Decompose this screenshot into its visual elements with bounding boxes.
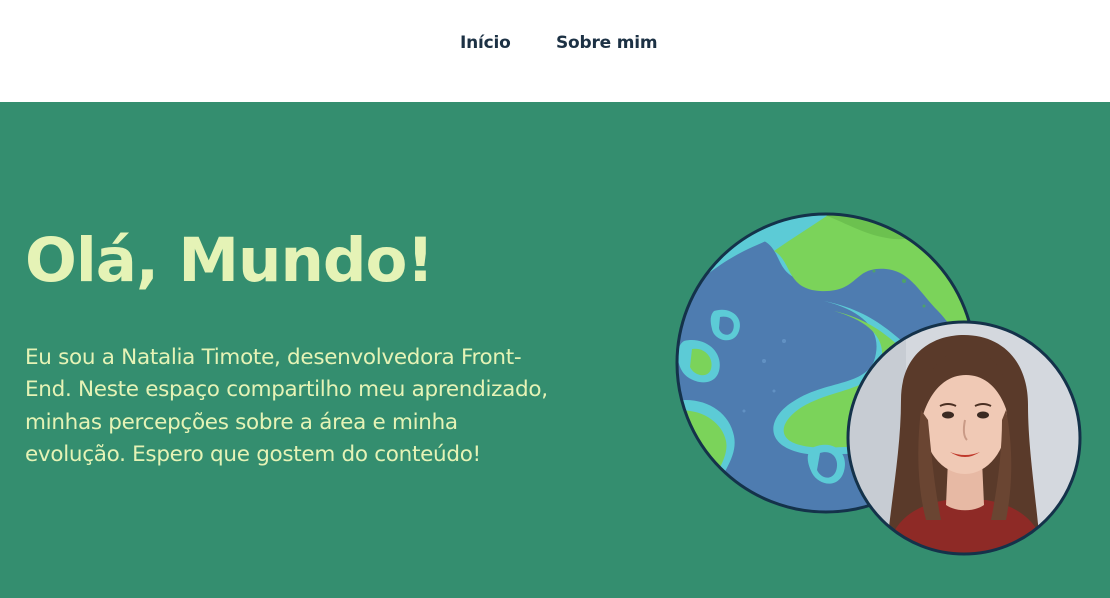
main-nav: Início Sobre mim — [0, 0, 1110, 102]
top-navigation-bar: Início Sobre mim — [0, 0, 1110, 102]
profile-photo — [846, 320, 1082, 556]
hero-description: Eu sou a Natalia Timote, desenvolvedora … — [25, 345, 548, 468]
nav-link-inicio[interactable]: Início — [460, 33, 511, 53]
hero-section: Olá, Mundo! Eu sou a Natalia Timote, des… — [0, 102, 1110, 598]
nav-link-sobre-mim[interactable]: Sobre mim — [556, 33, 658, 53]
hero-title: Olá, Mundo! — [25, 225, 434, 296]
